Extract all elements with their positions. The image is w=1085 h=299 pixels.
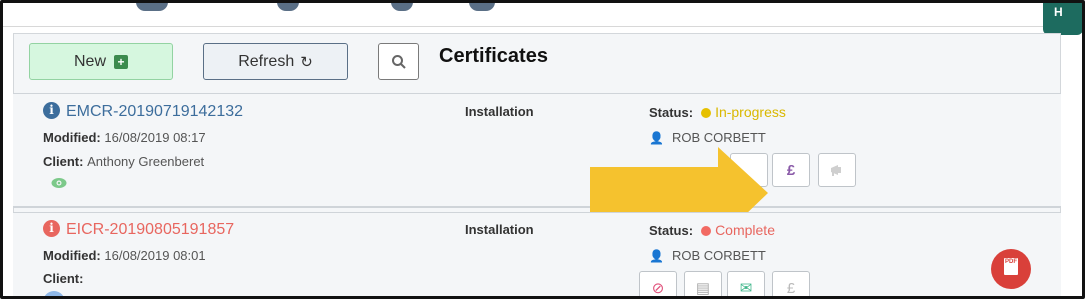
nav-pill[interactable] <box>391 3 413 11</box>
modified-value: 16/08/2019 08:01 <box>104 248 206 263</box>
user-icon: 👤 <box>649 131 664 145</box>
email-button[interactable]: ✉ <box>727 271 765 297</box>
status-dot-icon <box>701 108 712 118</box>
nav-pill[interactable] <box>277 3 299 11</box>
pound-icon: £ <box>786 161 796 179</box>
envelope-icon: ✉ <box>739 280 753 297</box>
client-value: Anthony Greenberet <box>87 154 205 169</box>
modified-row: Modified: 16/08/2019 08:01 <box>43 248 206 263</box>
assigned-user: 👤 ROB CORBETT <box>649 130 766 145</box>
certificate-type: Installation <box>465 104 534 119</box>
modified-value: 16/08/2019 08:17 <box>104 130 206 145</box>
invoice-button[interactable]: £ <box>772 153 810 187</box>
refresh-icon: ↻ <box>300 53 313 71</box>
pdf-icon: PDF <box>1004 258 1018 275</box>
announce-button[interactable] <box>818 153 856 187</box>
view-eye-icon[interactable] <box>51 176 67 194</box>
megaphone-icon <box>831 165 841 176</box>
status-row: Status: In-progress <box>649 104 786 120</box>
side-tab-label: H <box>1054 5 1063 19</box>
info-icon: i <box>43 102 60 119</box>
certificate-ref-link[interactable]: EMCR-20190719142132 <box>66 103 243 121</box>
modified-row: Modified: 16/08/2019 08:17 <box>43 130 206 145</box>
client-row: Client: <box>43 271 83 286</box>
client-row: Client: Anthony Greenberet <box>43 154 204 169</box>
ban-icon: ⊘ <box>651 280 665 297</box>
plus-icon: + <box>114 54 128 69</box>
user-name: ROB CORBETT <box>671 248 766 263</box>
invoice-button[interactable]: £ <box>772 271 810 297</box>
status-value: In-progress <box>715 104 786 120</box>
status-row: Status: Complete <box>649 222 775 238</box>
page-title: Certificates <box>439 45 548 67</box>
status-label: Status: <box>649 223 694 238</box>
certificate-type: Installation <box>465 222 534 237</box>
app-frame: H New + Refresh ↻ Certificates i EMCR-20… <box>0 0 1085 299</box>
nav-pill[interactable] <box>136 3 168 11</box>
status-dot-icon <box>701 226 712 236</box>
pound-icon: £ <box>786 279 796 297</box>
refresh-button-label: Refresh <box>238 52 295 70</box>
refresh-button[interactable]: Refresh ↻ <box>203 43 348 80</box>
top-nav-strip <box>3 3 1082 27</box>
modified-label: Modified: <box>43 130 101 145</box>
client-label: Client: <box>43 154 84 169</box>
pdf-label: PDF <box>1005 259 1017 265</box>
new-button[interactable]: New + <box>29 43 173 80</box>
info-icon: i <box>43 220 60 237</box>
pdf-download-button[interactable]: PDF <box>991 249 1031 289</box>
side-help-tab[interactable]: H <box>1043 3 1082 35</box>
client-label: Client: <box>43 271 84 286</box>
modified-label: Modified: <box>43 248 101 263</box>
user-icon: 👤 <box>649 249 664 263</box>
search-icon <box>391 54 406 69</box>
archive-button[interactable]: ▤ <box>684 271 722 297</box>
certificate-ref-link[interactable]: EICR-20190805191857 <box>66 221 234 239</box>
status-value: Complete <box>715 222 775 238</box>
assigned-user: 👤 ROB CORBETT <box>649 248 766 263</box>
status-label: Status: <box>649 105 694 120</box>
nav-pill[interactable] <box>469 3 495 11</box>
new-button-label: New <box>73 52 106 70</box>
user-name: ROB CORBETT <box>671 130 766 145</box>
search-button[interactable] <box>378 43 419 80</box>
archive-icon: ▤ <box>695 280 711 297</box>
cancel-button[interactable]: ⊘ <box>639 271 677 297</box>
